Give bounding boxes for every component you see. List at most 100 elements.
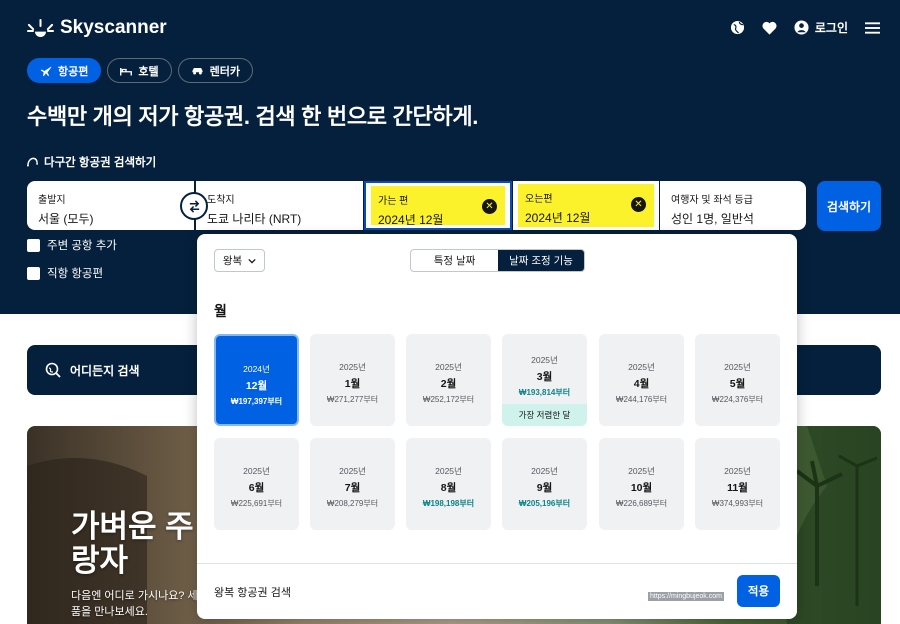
tab-flights[interactable]: 항공편 xyxy=(27,58,102,83)
origin-field[interactable]: 출발지 서울 (모두) xyxy=(27,181,194,230)
month-card[interactable]: 2025년 9월 ₩205,196부터 xyxy=(502,438,587,530)
month-card[interactable]: 2025년 3월 ₩193,814부터가장 저렴한 달 xyxy=(502,334,587,426)
month-heading: 월 xyxy=(214,303,227,319)
clear-return-icon[interactable]: ✕ xyxy=(631,197,646,212)
plane-icon xyxy=(40,66,52,76)
month-card-month: 11월 xyxy=(727,482,748,494)
multicity-label: 다구간 항공권 검색하기 xyxy=(44,157,157,169)
month-card-month: 8월 xyxy=(440,482,457,494)
tab-car-hire[interactable]: 렌터카 xyxy=(177,58,253,83)
month-card-price: ₩225,691부터 xyxy=(230,499,283,508)
menu-icon[interactable] xyxy=(864,20,880,36)
sunrise-logo-icon xyxy=(27,19,54,37)
destination-field[interactable]: 도착지 도쿄 나리타 (NRT) xyxy=(196,181,363,230)
month-card-price: ₩271,277부터 xyxy=(326,395,379,404)
month-card-year: 2024년 xyxy=(243,364,270,374)
origin-value: 서울 (모두) xyxy=(38,212,94,226)
popup-footer-text: 왕복 항공권 검색 xyxy=(214,587,291,599)
month-card-price: ₩193,814부터 xyxy=(518,388,571,397)
month-card-month: 9월 xyxy=(536,482,553,494)
travellers-label: 여행자 및 좌석 등급 xyxy=(671,195,753,206)
travellers-value: 성인 1명, 일반석 xyxy=(671,212,754,226)
month-card[interactable]: 2025년 2월 ₩252,172부터 xyxy=(406,334,491,426)
tab-flexible-dates[interactable]: 날짜 조정 기능 xyxy=(498,250,584,271)
multicity-icon xyxy=(27,157,38,167)
tab-hotels[interactable]: 호텔 xyxy=(107,58,172,83)
promo-title-line1: 가벼운 주 xyxy=(71,509,194,544)
month-card[interactable]: 2025년 4월 ₩244,176부터 xyxy=(599,334,684,426)
cheapest-month-badge: 가장 저렴한 달 xyxy=(502,404,587,426)
nearby-checkbox-box[interactable] xyxy=(27,238,40,252)
direct-flights-checkbox[interactable]: 직항 항공편 xyxy=(27,265,103,281)
trip-type-value: 왕복 xyxy=(222,255,243,267)
return-date-field[interactable]: 오는편 2024년 12월 ✕ xyxy=(513,181,659,230)
direct-checkbox-box[interactable] xyxy=(27,266,40,280)
tab-specific-dates[interactable]: 특정 날짜 xyxy=(411,250,498,271)
month-card-year: 2025년 xyxy=(339,362,366,372)
depart-date-field[interactable]: 가는 편 2024년 12월 ✕ xyxy=(364,181,512,230)
month-card[interactable]: 2025년 7월 ₩208,279부터 xyxy=(310,438,395,530)
tab-car-hire-label: 렌터카 xyxy=(209,65,240,78)
month-card-month: 3월 xyxy=(536,371,553,383)
travellers-field[interactable]: 여행자 및 좌석 등급 성인 1명, 일반석 xyxy=(660,181,806,230)
heart-icon[interactable] xyxy=(762,20,778,36)
globe-icon[interactable] xyxy=(730,20,746,36)
brand-name: Skyscanner xyxy=(60,17,167,38)
month-card-year: 2025년 xyxy=(435,466,462,476)
month-card-year: 2025년 xyxy=(724,362,751,372)
trip-type-select[interactable]: 왕복 xyxy=(214,249,265,272)
skyscanner-logo[interactable]: Skyscanner xyxy=(27,17,167,39)
month-card-price: ₩244,176부터 xyxy=(615,395,668,404)
clear-depart-icon[interactable]: ✕ xyxy=(482,199,497,214)
month-card-price: ₩208,279부터 xyxy=(326,499,379,508)
travel-type-tabs: 항공편 호텔 렌터카 xyxy=(27,58,253,83)
month-card-price: ₩205,196부터 xyxy=(518,499,571,508)
origin-label: 출발지 xyxy=(38,195,66,206)
return-label: 오는편 xyxy=(525,194,553,205)
month-card-month: 1월 xyxy=(344,378,361,390)
promo-title-line2: 랑자 xyxy=(71,543,129,578)
direct-checkbox-label: 직항 항공편 xyxy=(47,268,104,280)
month-card-month: 4월 xyxy=(633,378,650,390)
depart-value: 2024년 12월 xyxy=(378,213,444,227)
apply-button[interactable]: 적용 xyxy=(737,575,780,607)
month-card-price: ₩252,172부터 xyxy=(422,395,475,404)
month-card[interactable]: 2025년 11월 ₩374,993부터 xyxy=(695,438,780,530)
month-card-month: 12월 xyxy=(245,380,268,392)
month-card-month: 7월 xyxy=(344,482,361,494)
tab-flights-label: 항공편 xyxy=(58,65,89,78)
month-card-price: ₩226,689부터 xyxy=(615,499,668,508)
login-label: 로그인 xyxy=(814,21,848,35)
month-card-price: ₩198,198부터 xyxy=(422,499,475,508)
explore-globe-icon xyxy=(45,362,61,378)
month-card-price: ₩197,397부터 xyxy=(230,397,283,406)
date-picker-popup: 왕복 특정 날짜 날짜 조정 기능 월 2024년 12월 ₩197,397부터 20… xyxy=(197,234,797,619)
month-card-month: 2월 xyxy=(440,378,457,390)
month-card[interactable]: 2025년 8월 ₩198,198부터 xyxy=(406,438,491,530)
month-card[interactable]: 2025년 1월 ₩271,277부터 xyxy=(310,334,395,426)
promo-sub-line2: 품을 만나보세요. xyxy=(71,606,148,618)
depart-highlight: 가는 편 2024년 12월 ✕ xyxy=(371,186,505,227)
tab-hotels-label: 호텔 xyxy=(138,65,159,78)
month-card-month: 5월 xyxy=(729,378,746,390)
bed-icon xyxy=(120,67,133,75)
return-value: 2024년 12월 xyxy=(525,211,591,225)
search-button[interactable]: 검색하기 xyxy=(817,181,881,231)
chevron-down-icon xyxy=(248,258,256,264)
promo-title: 가벼운 주 랑자 xyxy=(71,510,194,578)
month-card[interactable]: 2025년 6월 ₩225,691부터 xyxy=(214,438,299,530)
popup-footer-divider xyxy=(197,563,797,564)
destination-value: 도쿄 나리타 (NRT) xyxy=(207,212,302,226)
multicity-link[interactable]: 다구간 항공권 검색하기 xyxy=(27,154,156,170)
car-icon xyxy=(192,67,203,75)
swap-button[interactable] xyxy=(180,192,208,220)
month-card-year: 2025년 xyxy=(339,466,366,476)
month-card[interactable]: 2025년 5월 ₩224,376부터 xyxy=(695,334,780,426)
login-button[interactable]: 로그인 xyxy=(794,19,848,36)
user-icon xyxy=(794,20,809,35)
month-card-year: 2025년 xyxy=(531,355,558,365)
destination-label: 도착지 xyxy=(207,195,235,206)
nearby-airports-checkbox[interactable]: 주변 공항 추가 xyxy=(27,237,117,253)
month-card[interactable]: 2025년 10월 ₩226,689부터 xyxy=(599,438,684,530)
month-card[interactable]: 2024년 12월 ₩197,397부터 xyxy=(214,334,299,426)
